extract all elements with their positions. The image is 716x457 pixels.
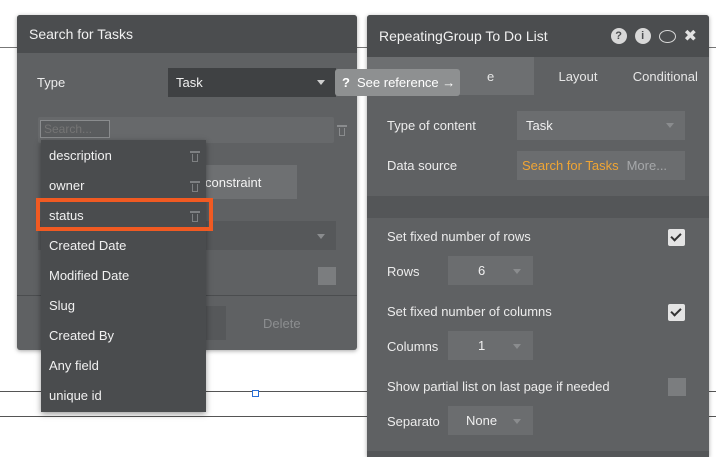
- separator-value: None: [466, 413, 498, 428]
- fixed-columns-checkbox[interactable]: [668, 304, 685, 321]
- dropdown-item[interactable]: Created By: [41, 320, 206, 350]
- add-constraint-button[interactable]: constraint: [196, 165, 297, 199]
- dropdown-item[interactable]: Slug: [41, 290, 206, 320]
- delete-button[interactable]: Delete: [263, 316, 301, 331]
- trash-icon[interactable]: [190, 210, 200, 222]
- rows-label: Rows: [387, 264, 420, 279]
- tab-conditional[interactable]: Conditional: [622, 57, 709, 95]
- dropdown-item-label: Modified Date: [49, 267, 130, 283]
- dropdown-item-label: Created By: [49, 327, 115, 343]
- data-source-more[interactable]: More...: [627, 158, 667, 173]
- dropdown-item-label: Any field: [49, 357, 99, 373]
- columns-chevron-down-icon: [513, 344, 521, 349]
- type-of-content-chevron-down-icon: [666, 123, 674, 128]
- dropdown-item[interactable]: Created Date: [41, 230, 206, 260]
- add-constraint-label: constraint: [205, 174, 262, 190]
- type-select-value: Task: [176, 75, 203, 90]
- type-select[interactable]: Task: [168, 68, 336, 97]
- help-icon[interactable]: ?: [610, 28, 627, 44]
- search-panel-title: Search for Tasks: [29, 26, 134, 42]
- data-source-value[interactable]: Search for Tasks: [522, 158, 619, 173]
- see-reference-button[interactable]: ? See reference →: [335, 69, 460, 96]
- fixed-rows-label: Set fixed number of rows: [387, 229, 531, 244]
- partial-list-checkbox[interactable]: [668, 378, 686, 396]
- dropdown-item-label: status: [49, 207, 84, 223]
- fixed-columns-label: Set fixed number of columns: [387, 304, 552, 319]
- dropdown-item-label: description: [49, 147, 112, 163]
- section-divider: [367, 451, 709, 457]
- separator-label: Separato: [387, 414, 440, 429]
- dropdown-item[interactable]: Any field: [41, 350, 206, 380]
- type-of-content-label: Type of content: [387, 118, 476, 133]
- rows-chevron-down-icon: [513, 269, 521, 274]
- data-source-label: Data source: [387, 158, 458, 173]
- comment-icon[interactable]: [658, 29, 676, 43]
- rg-panel-title: RepeatingGroup To Do List: [379, 28, 548, 44]
- columns-value: 1: [478, 338, 486, 353]
- close-icon[interactable]: ✖: [684, 26, 697, 46]
- question-icon: ?: [342, 75, 350, 90]
- resize-handle[interactable]: [252, 390, 259, 397]
- field-dropdown: description owner status Created Date Mo…: [41, 140, 206, 412]
- dropdown-item[interactable]: description: [41, 140, 206, 170]
- fixed-rows-checkbox[interactable]: [668, 229, 685, 246]
- type-of-content-select[interactable]: Task: [517, 111, 685, 140]
- dropdown-item-label: Slug: [49, 297, 76, 313]
- type-chevron-down-icon: [317, 80, 325, 85]
- sort-chevron-down-icon: [317, 234, 325, 239]
- field-search-input[interactable]: [40, 120, 110, 138]
- data-source-field[interactable]: Search for Tasks More...: [517, 151, 685, 180]
- separator-chevron-down-icon: [513, 419, 521, 424]
- dropdown-item-label: owner: [49, 177, 85, 193]
- trash-icon[interactable]: [337, 124, 347, 136]
- dropdown-item-label: unique id: [49, 387, 102, 403]
- section-divider: [367, 196, 709, 218]
- tab-layout[interactable]: Layout: [534, 57, 621, 95]
- columns-label: Columns: [387, 339, 439, 354]
- info-icon[interactable]: i: [634, 28, 651, 44]
- dropdown-item[interactable]: Modified Date: [41, 260, 206, 290]
- rg-panel-header: RepeatingGroup To Do List ? i ✖: [367, 15, 709, 57]
- partial-list-label: Show partial list on last page if needed: [387, 379, 610, 394]
- dropdown-item[interactable]: unique id: [41, 380, 206, 410]
- dropdown-item[interactable]: owner: [41, 170, 206, 200]
- option-checkbox[interactable]: [318, 267, 336, 285]
- search-panel-header: Search for Tasks: [17, 15, 357, 53]
- rows-value: 6: [478, 263, 486, 278]
- dropdown-item-label: Created Date: [49, 237, 127, 253]
- trash-icon[interactable]: [190, 150, 200, 162]
- type-of-content-value: Task: [526, 118, 553, 133]
- header-icons: ? i ✖: [610, 26, 697, 46]
- see-reference-label: See reference →: [357, 75, 456, 90]
- trash-icon[interactable]: [190, 180, 200, 192]
- dropdown-item[interactable]: status: [41, 200, 206, 230]
- type-label: Type: [37, 75, 66, 90]
